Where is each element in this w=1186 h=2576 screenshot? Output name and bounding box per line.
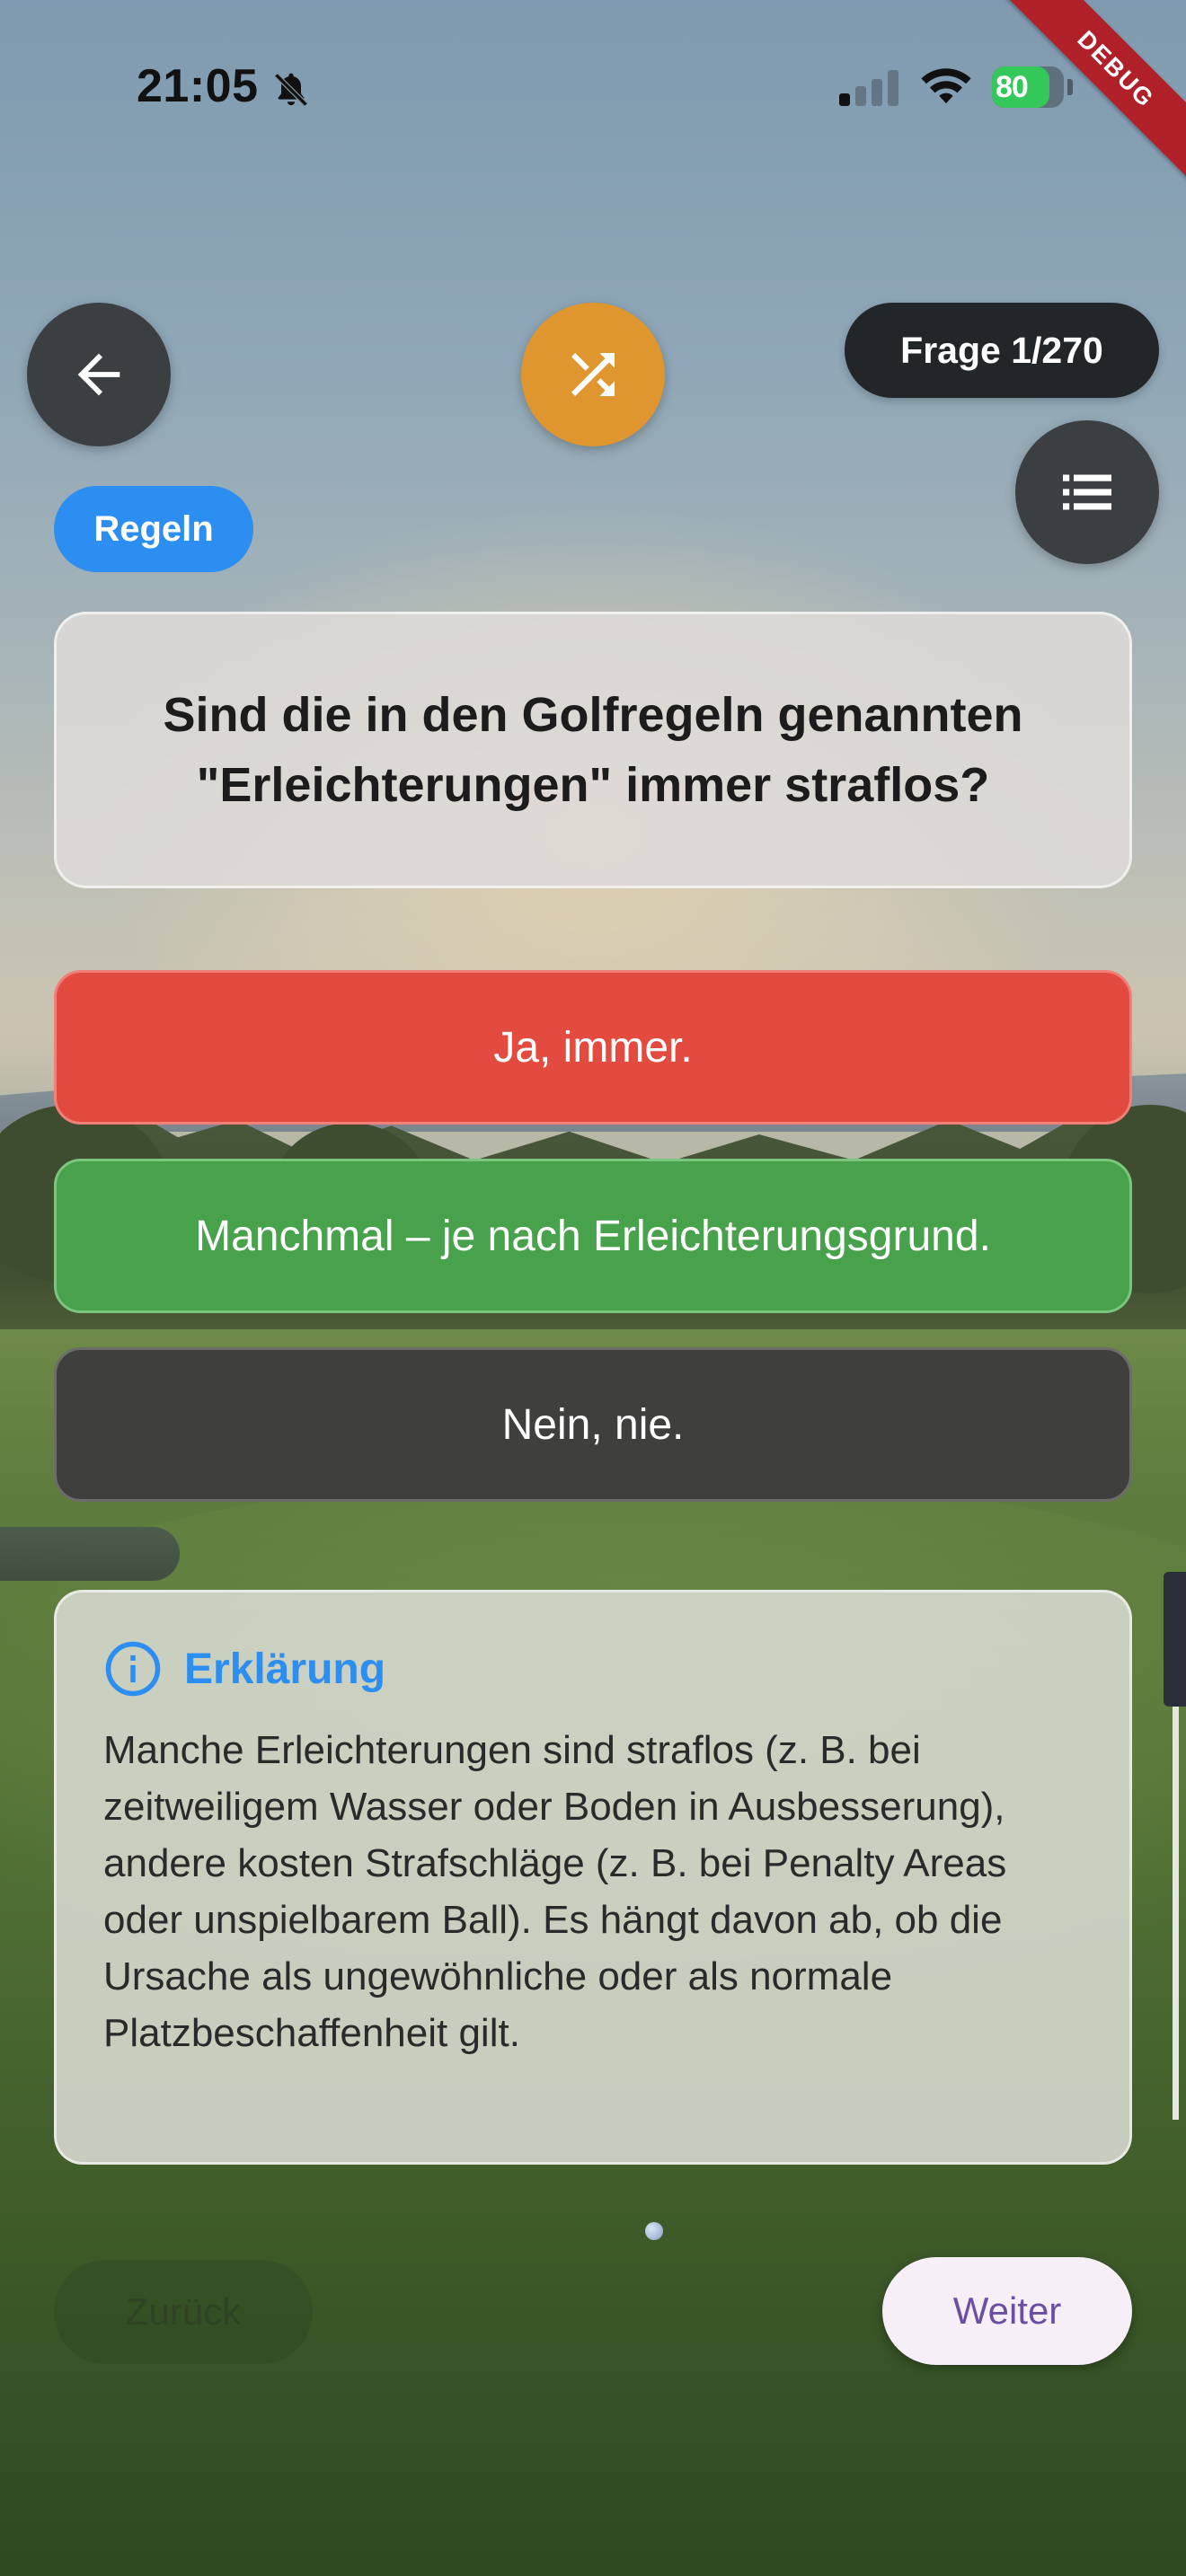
golf-ball bbox=[645, 2222, 663, 2240]
battery-charging-icon: 80 bbox=[992, 66, 1073, 108]
question-counter: Frage 1/270 bbox=[845, 303, 1159, 398]
wifi-icon bbox=[921, 68, 971, 104]
explanation-title: Erklärung bbox=[184, 1645, 386, 1693]
answer-option-3[interactable]: Nein, nie. bbox=[54, 1347, 1132, 1502]
battery-nub bbox=[1067, 79, 1073, 95]
explanation-card: Erklärung Manche Erleichterungen sind st… bbox=[54, 1590, 1132, 2165]
category-chip: Regeln bbox=[54, 486, 253, 572]
arrow-left-icon bbox=[77, 353, 120, 396]
status-time: 21:05 bbox=[137, 60, 259, 112]
pond bbox=[0, 1527, 180, 1581]
next-button[interactable]: Weiter bbox=[882, 2257, 1132, 2365]
question-card: Sind die in den Golfregeln genannten "Er… bbox=[54, 612, 1132, 888]
list-icon bbox=[1063, 474, 1111, 510]
shuffle-button[interactable] bbox=[521, 303, 665, 446]
cellular-signal-icon bbox=[839, 70, 898, 106]
answer-option-2-correct[interactable]: Manchmal – je nach Erleichterungsgrund. bbox=[54, 1159, 1132, 1313]
answer-option-1-wrong[interactable]: Ja, immer. bbox=[54, 970, 1132, 1125]
question-text: Sind die in den Golfregeln genannten "Er… bbox=[163, 688, 1023, 812]
back-button[interactable] bbox=[27, 303, 171, 446]
explanation-text: Manche Erleichterungen sind straflos (z.… bbox=[103, 1728, 1007, 2055]
info-icon bbox=[105, 1641, 161, 1697]
question-list-button[interactable] bbox=[1015, 420, 1159, 564]
flag bbox=[1164, 1572, 1186, 1707]
battery-level-text: 80 bbox=[996, 70, 1029, 104]
explanation-header: Erklärung bbox=[103, 1639, 1084, 1698]
shuffle-icon bbox=[571, 353, 615, 396]
previous-button[interactable]: Zurück bbox=[54, 2260, 313, 2364]
bell-slash-icon bbox=[274, 73, 308, 107]
